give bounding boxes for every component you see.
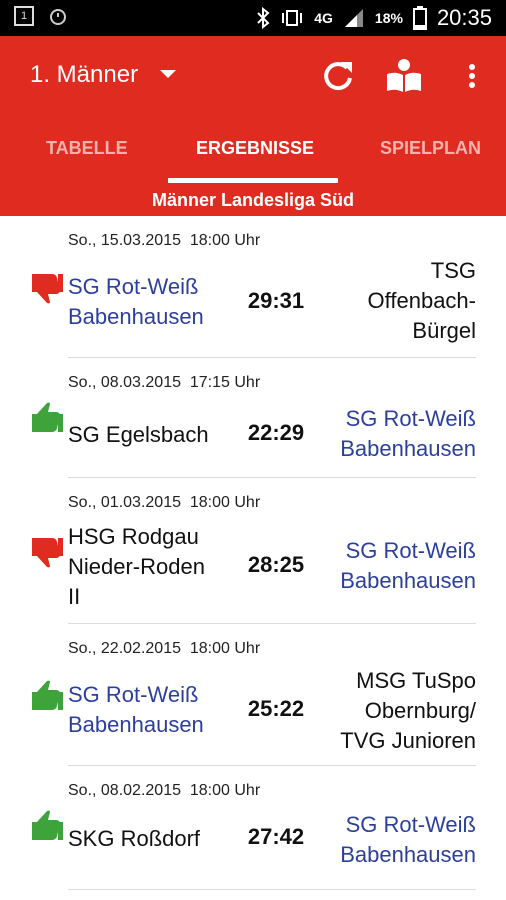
bluetooth-icon bbox=[257, 7, 270, 29]
match-date: So., 08.03.2015 17:15 Uhr bbox=[68, 374, 261, 391]
signal-icon bbox=[344, 9, 363, 27]
thumbs-up-icon bbox=[32, 680, 63, 710]
match-row[interactable]: So., 15.03.2015 18:00 Uhr SG Rot-Weiß Ba… bbox=[0, 216, 506, 358]
league-header: Männer Landesliga Süd bbox=[0, 184, 506, 216]
status-bar: 1 4G 18% 20:35 bbox=[0, 0, 506, 36]
tab-bar: TABELLE ERGEBNISSE SPIELPLAN bbox=[0, 124, 506, 172]
tab-ergebnisse[interactable]: ERGEBNISSE bbox=[196, 124, 314, 172]
thumbs-down-icon bbox=[32, 538, 63, 568]
match-row[interactable]: So., 08.03.2015 17:15 Uhr SG Egelsbach 2… bbox=[0, 358, 506, 478]
thumbs-down-icon bbox=[32, 274, 63, 304]
alarm-icon bbox=[50, 9, 66, 25]
away-team: SG Rot-Weiß Babenhausen bbox=[340, 538, 476, 593]
chevron-down-icon[interactable] bbox=[160, 70, 176, 78]
reader-button[interactable] bbox=[384, 56, 424, 96]
home-team: SKG Roßdorf bbox=[68, 826, 201, 851]
refresh-button[interactable] bbox=[318, 56, 358, 96]
tab-spielplan[interactable]: SPIELPLAN bbox=[380, 124, 481, 172]
network-type: 4G bbox=[314, 10, 333, 26]
battery-icon bbox=[412, 6, 427, 30]
tab-indicator bbox=[168, 178, 338, 183]
match-row[interactable]: So., 08.02.2015 18:00 Uhr SKG Roßdorf 27… bbox=[0, 766, 506, 890]
more-vert-icon bbox=[469, 64, 475, 88]
match-row[interactable]: So., 22.02.2015 18:00 Uhr SG Rot-Weiß Ba… bbox=[0, 624, 506, 766]
vibrate-icon bbox=[282, 10, 303, 26]
match-date: So., 08.02.2015 18:00 Uhr bbox=[68, 782, 261, 799]
battery-percent: 18% bbox=[374, 10, 403, 26]
divider bbox=[68, 889, 476, 890]
clock: 20:35 bbox=[436, 5, 492, 30]
home-team: HSG Rodgau Nieder-Roden II bbox=[68, 524, 205, 609]
match-date: So., 15.03.2015 18:00 Uhr bbox=[68, 232, 261, 249]
away-team: TSG Offenbach- Bürgel bbox=[367, 258, 476, 343]
refresh-icon bbox=[324, 62, 352, 91]
away-team: MSG TuSpo Obernburg/ TVG Junioren bbox=[340, 668, 476, 753]
toolbar: 1. Männer bbox=[0, 36, 506, 116]
home-team: SG Rot-Weiß Babenhausen bbox=[68, 682, 204, 737]
overflow-menu-button[interactable] bbox=[452, 56, 492, 96]
home-team: SG Rot-Weiß Babenhausen bbox=[68, 274, 204, 329]
tab-tabelle[interactable]: TABELLE bbox=[46, 124, 128, 172]
away-team: SG Rot-Weiß Babenhausen bbox=[340, 406, 476, 461]
book-reader-icon bbox=[387, 59, 421, 92]
thumbs-up-icon bbox=[32, 402, 63, 432]
match-date: So., 22.02.2015 18:00 Uhr bbox=[68, 640, 261, 657]
home-team: SG Egelsbach bbox=[68, 422, 209, 447]
thumbs-up-icon bbox=[32, 810, 63, 840]
away-team: SG Rot-Weiß Babenhausen bbox=[340, 812, 476, 867]
app-bar: 1. Männer TABELLE ERGEBNISSE SPIELPLAN bbox=[0, 36, 506, 184]
match-row[interactable]: So., 01.03.2015 18:00 Uhr HSG Rodgau Nie… bbox=[0, 478, 506, 624]
notification-icon: 1 bbox=[14, 6, 34, 26]
team-selector[interactable]: 1. Männer bbox=[30, 61, 138, 89]
match-date: So., 01.03.2015 18:00 Uhr bbox=[68, 494, 261, 511]
